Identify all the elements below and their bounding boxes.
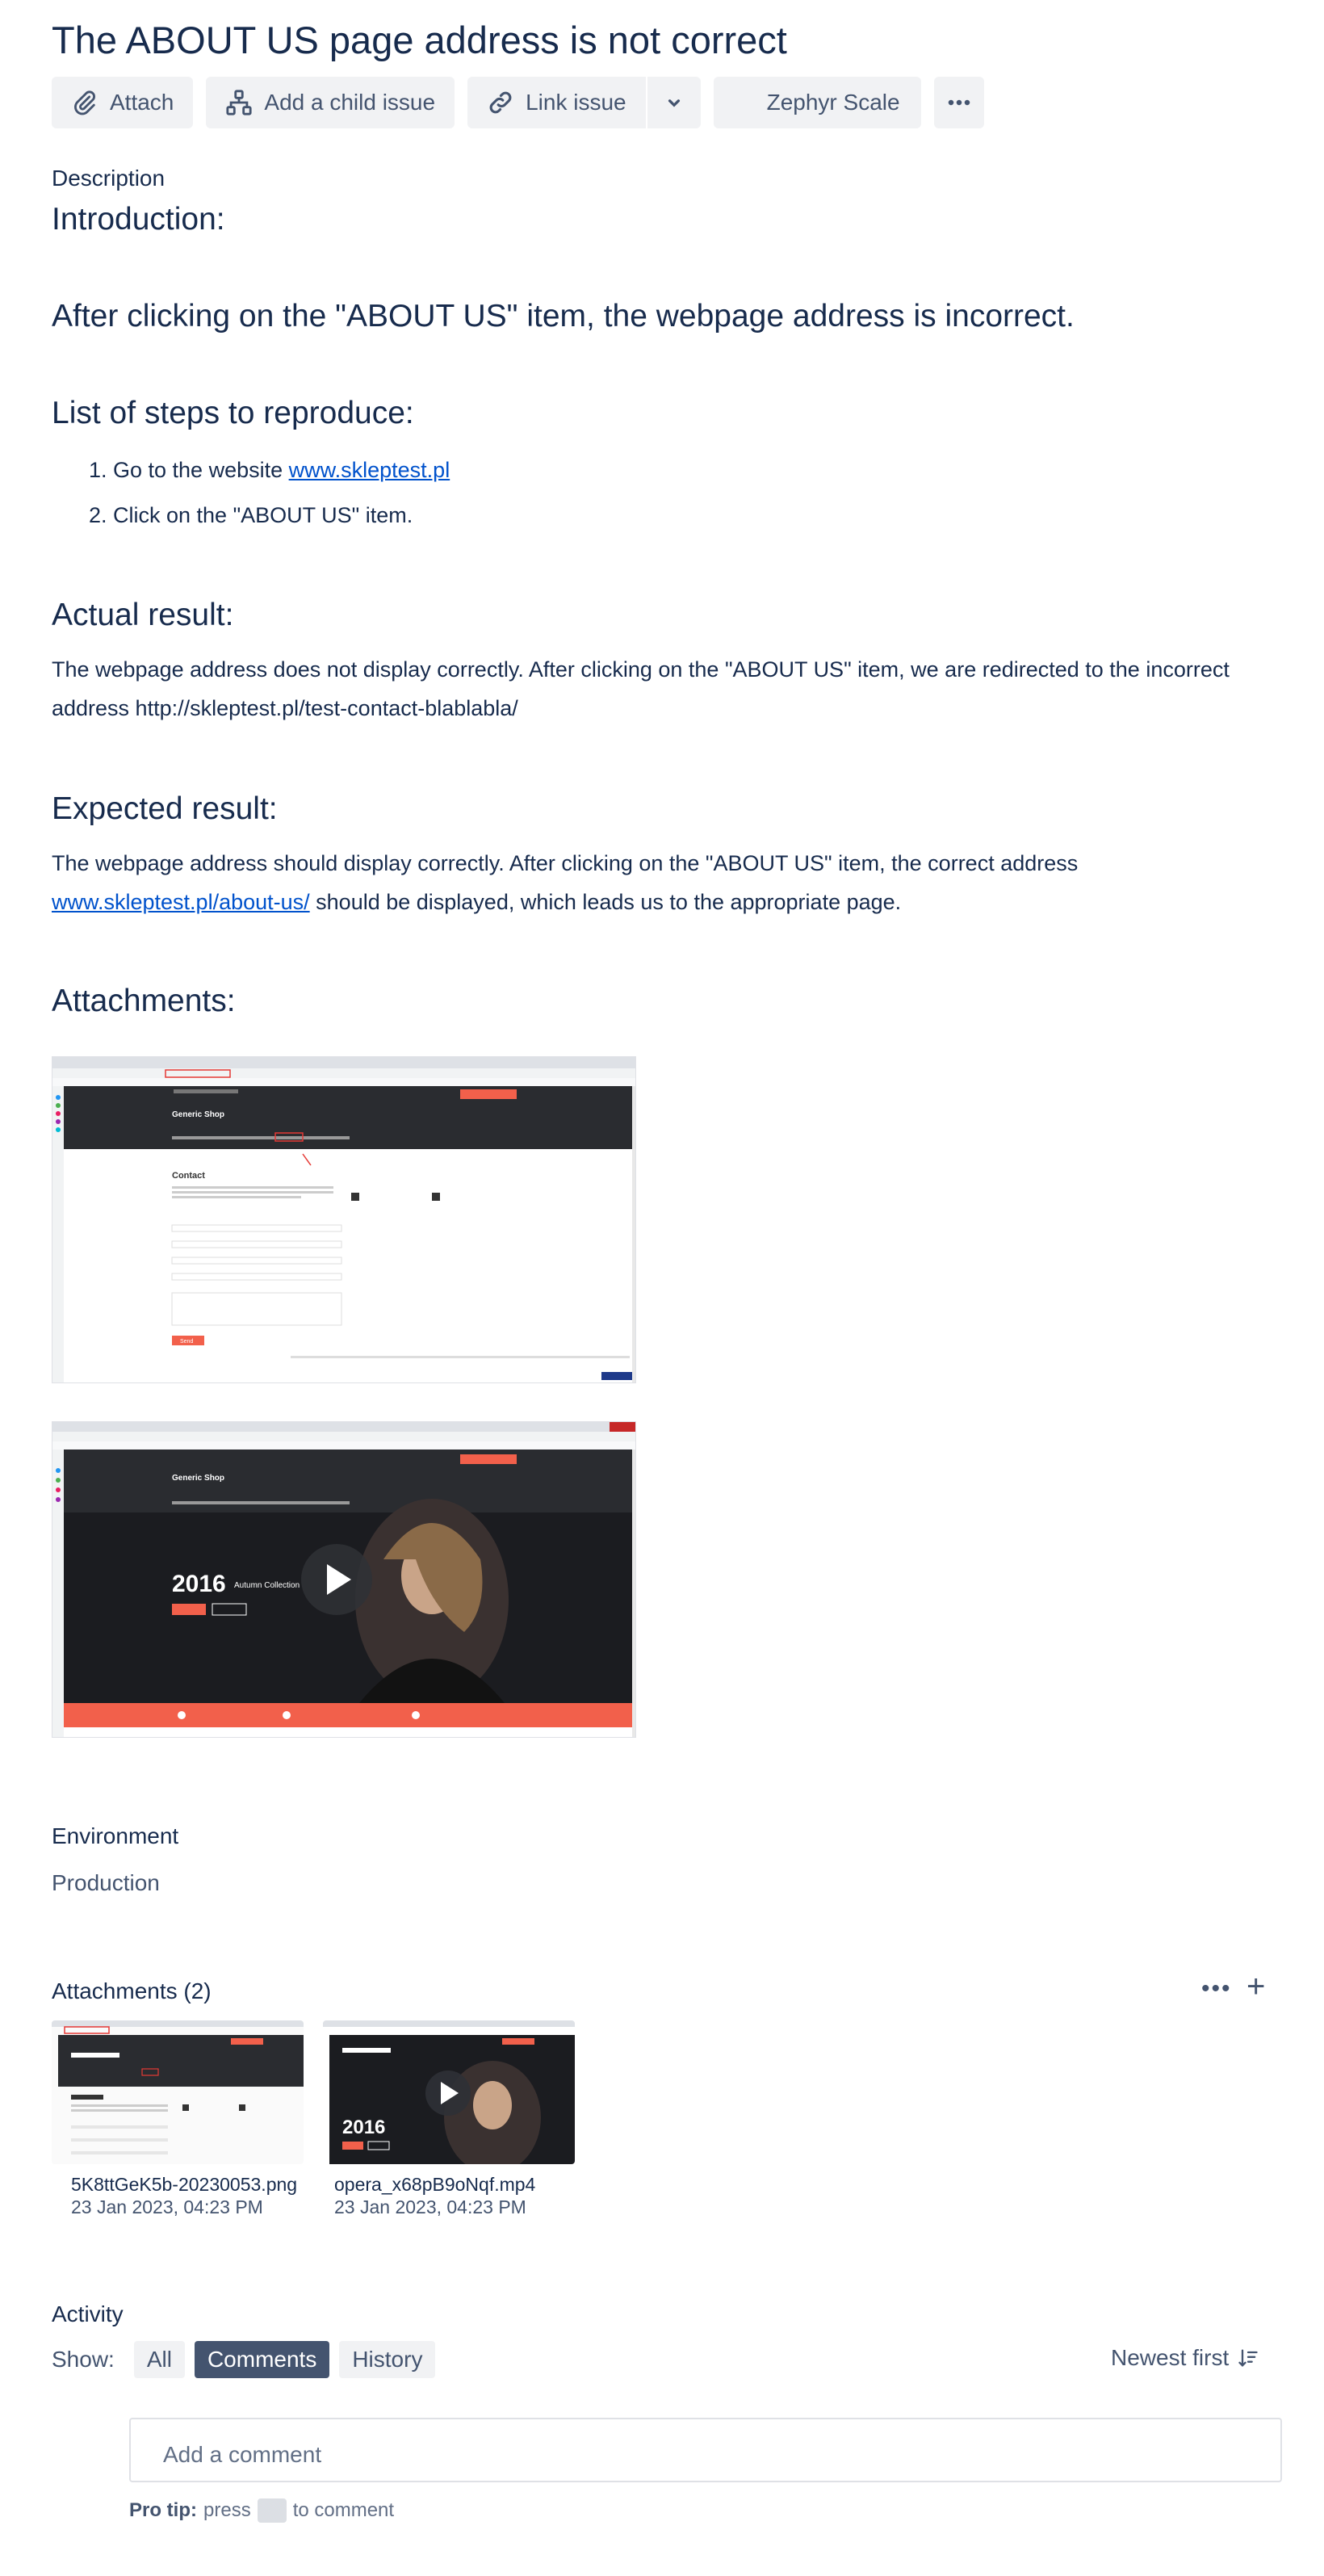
chevron-down-icon [668, 99, 680, 107]
pro-tip: Pro tip: press to comment [129, 2498, 394, 2523]
intro-heading: Introduction: [52, 202, 225, 237]
link-issue-button[interactable]: Link issue [467, 77, 646, 128]
add-comment-input[interactable]: Add a comment [129, 2418, 1282, 2482]
environment-label: Environment [52, 1823, 179, 1848]
screenshot-hero-caption: Autumn Collection [234, 1581, 300, 1590]
protip-press: press [203, 2499, 251, 2521]
more-actions-button[interactable] [933, 77, 984, 128]
zephyr-label: Zephyr Scale [766, 90, 900, 115]
embedded-screenshot-home[interactable]: Generic Shop 2016 Autumn Collection [52, 1421, 636, 1738]
summary-heading: After clicking on the "ABOUT US" item, t… [52, 299, 1075, 334]
description-label: Description [52, 166, 166, 191]
link-issue-split: Link issue [467, 77, 701, 128]
expected-result-heading: Expected result: [52, 791, 278, 826]
step-item: 1. Go to the website www.skleptest.pl [89, 454, 450, 499]
attachments-heading: Attachments: [52, 984, 236, 1018]
attachments-more-button[interactable]: ••• [1201, 1975, 1232, 2003]
link-issue-label: Link issue [526, 90, 626, 115]
attachment-filename[interactable]: 5K8ttGeK5b-20230053.png [71, 2174, 297, 2196]
filter-history-button[interactable]: History [339, 2341, 436, 2378]
issue-toolbar: Attach Add a child issue Link issue Zeph… [52, 77, 984, 128]
step-item: 2. Click on the "ABOUT US" item. [89, 499, 450, 544]
screenshot-hero-year: 2016 [172, 1571, 226, 1597]
embedded-screenshot-contact[interactable]: Generic Shop Contact Send [52, 1056, 636, 1383]
steps-list: 1. Go to the website www.skleptest.pl 2. C… [89, 454, 450, 544]
website-link[interactable]: www.skleptest.pl [289, 458, 450, 482]
actual-result-heading: Actual result: [52, 598, 234, 632]
screenshot-shop-name: Generic Shop [172, 1110, 224, 1119]
paperclip-icon [74, 90, 95, 115]
screenshot-shop-name: Generic Shop [172, 1474, 224, 1483]
thumbnail-image [52, 2020, 304, 2164]
screenshot-send-button: Send [180, 1339, 193, 1345]
sort-descending-icon [1238, 2349, 1258, 2367]
expected-text-part: should be displayed, which leads us to t… [309, 890, 902, 914]
attachments-label: Attachments (2) [52, 1978, 212, 2003]
environment-value[interactable]: Production [52, 1870, 160, 1896]
contact-page-screenshot: Generic Shop Contact Send [52, 1057, 635, 1382]
step-number: 2. [89, 503, 107, 527]
attachment-date: 23 Jan 2023, 04:23 PM [334, 2196, 526, 2217]
expected-text-part: The webpage address should display corre… [52, 851, 1079, 875]
attachment-filename[interactable]: opera_x68pB9oNqf.mp4 [334, 2174, 535, 2196]
link-icon [489, 91, 512, 114]
protip-end: to comment [292, 2499, 395, 2521]
hierarchy-icon [226, 90, 252, 115]
child-issue-label: Add a child issue [264, 90, 436, 115]
more-icon [948, 99, 970, 106]
activity-filter-row: Show: All Comments History [52, 2341, 436, 2378]
zephyr-scale-button[interactable]: Zephyr Scale [713, 77, 921, 128]
filter-all-button[interactable]: All [133, 2341, 185, 2378]
activity-label: Activity [52, 2301, 124, 2326]
comment-placeholder: Add a comment [163, 2442, 322, 2467]
actual-result-text: The webpage address does not display cor… [52, 657, 1230, 720]
attachment-thumbnail-mp4[interactable]: 2016 [323, 2020, 575, 2164]
expected-result-text: The webpage address should display corre… [52, 844, 1279, 921]
attachment-thumbnail-png[interactable] [52, 2020, 304, 2164]
sort-order-button[interactable]: Newest first [1111, 2345, 1259, 2371]
attach-button[interactable]: Attach [52, 77, 194, 128]
show-label: Show: [52, 2347, 115, 2372]
add-child-issue-button[interactable]: Add a child issue [206, 77, 455, 128]
about-us-link[interactable]: www.skleptest.pl/about-us/ [52, 890, 310, 914]
step-text: Click on the "ABOUT US" item. [113, 503, 413, 527]
svg-text:2016: 2016 [342, 2117, 385, 2138]
step-text: Go to the website [113, 458, 289, 482]
link-issue-dropdown[interactable] [647, 77, 701, 128]
attach-label: Attach [110, 90, 174, 115]
screenshot-contact-title: Contact [172, 1171, 205, 1181]
filter-comments-button[interactable]: Comments [194, 2341, 330, 2378]
home-page-screenshot: Generic Shop 2016 Autumn Collection [52, 1422, 635, 1737]
thumbnail-image: 2016 [323, 2020, 575, 2164]
attachments-add-button[interactable]: + [1246, 1969, 1265, 2005]
sort-label: Newest first [1111, 2345, 1230, 2370]
steps-heading: List of steps to reproduce: [52, 396, 414, 430]
step-number: 1. [89, 458, 107, 482]
attachment-date: 23 Jan 2023, 04:23 PM [71, 2196, 263, 2217]
issue-title[interactable]: The ABOUT US page address is not correct [52, 18, 787, 62]
protip-bold: Pro tip: [129, 2499, 197, 2521]
keyboard-key-icon [257, 2498, 287, 2523]
